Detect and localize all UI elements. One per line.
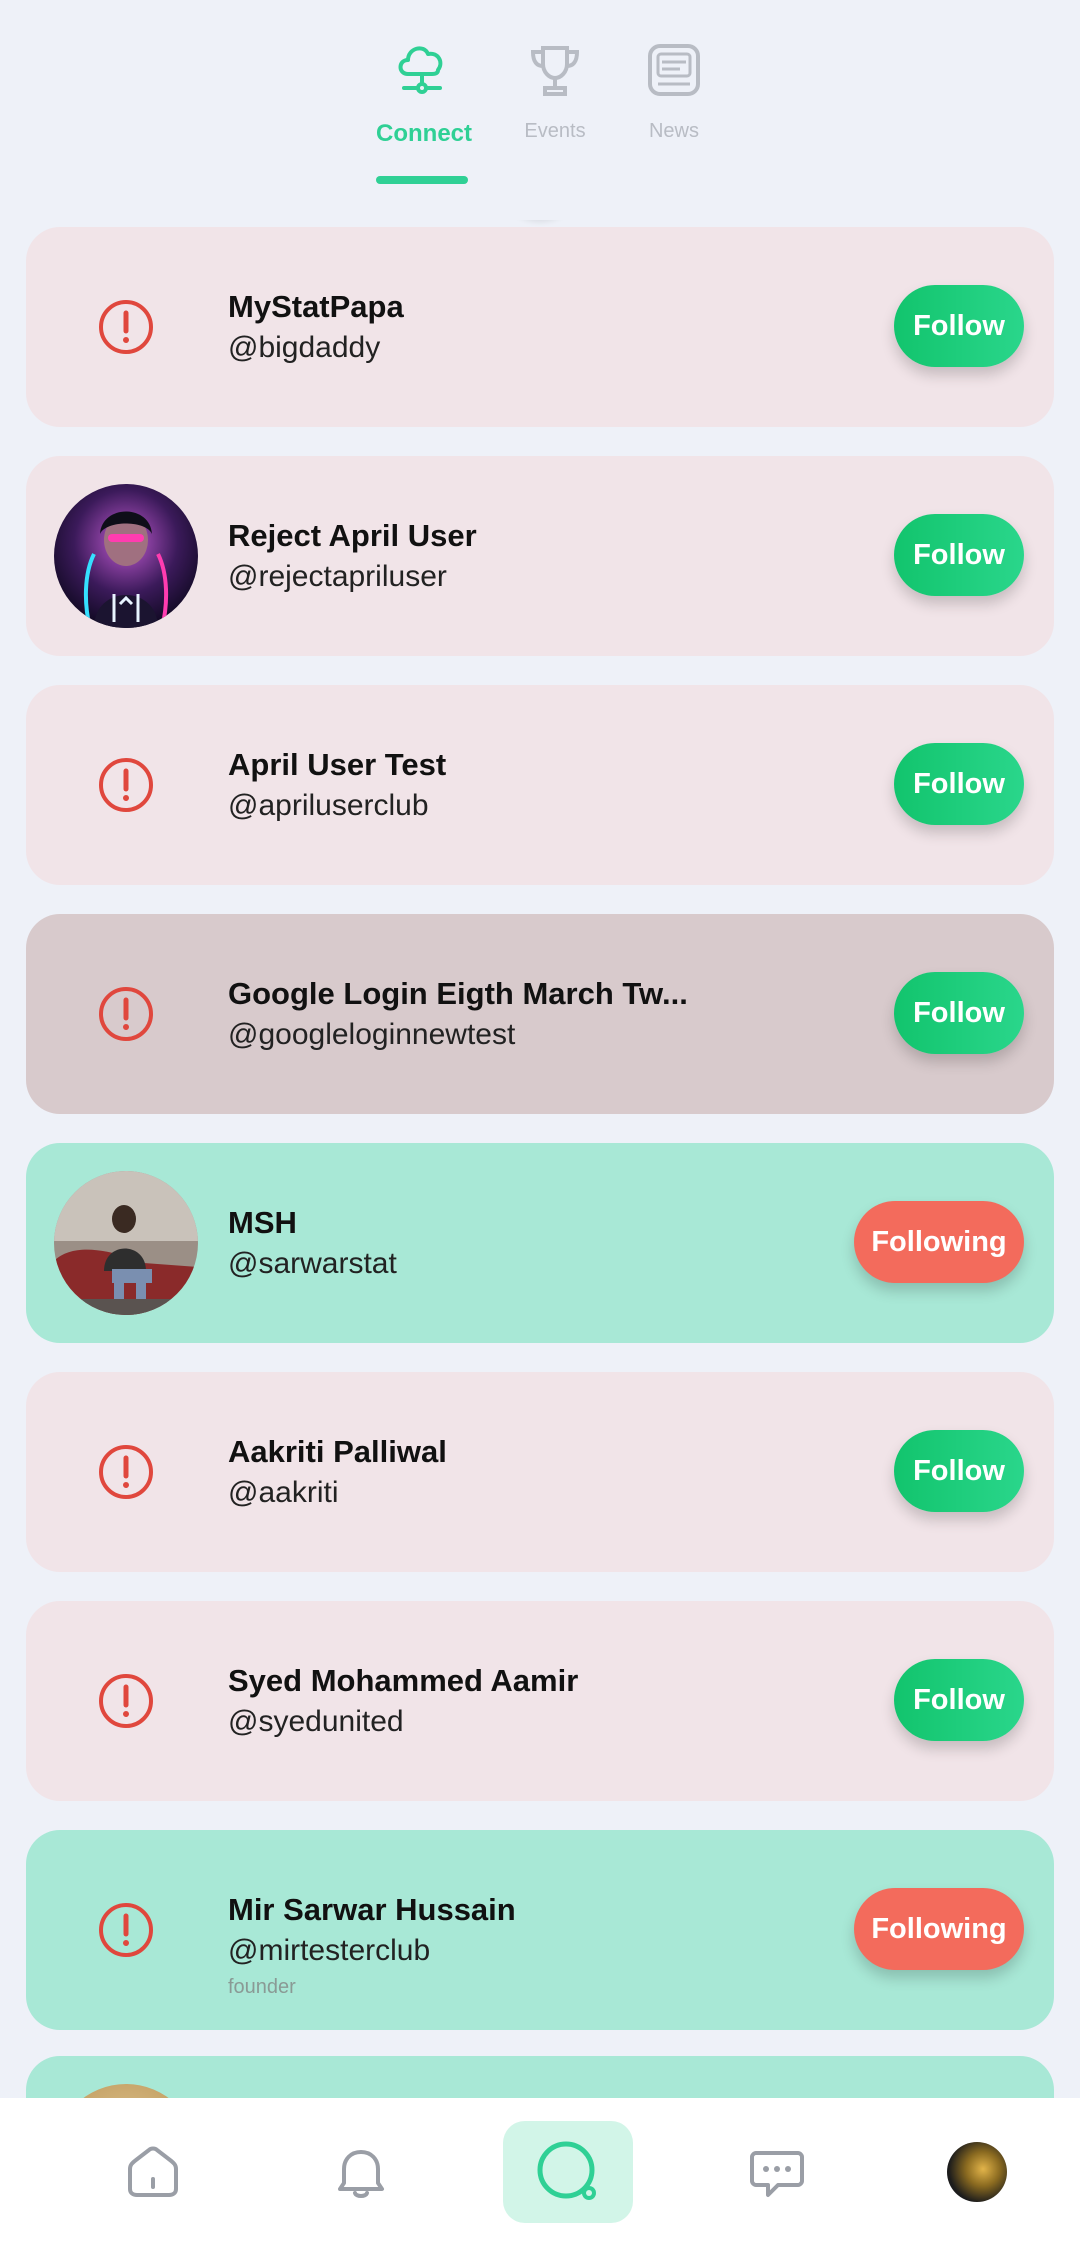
nav-notifications[interactable] — [296, 2098, 426, 2246]
user-name: Reject April User — [228, 518, 477, 553]
user-handle: @sarwarstat — [228, 1247, 397, 1280]
tab-events-label: Events — [524, 120, 586, 142]
chat-icon — [750, 2151, 804, 2197]
nav-messages[interactable] — [712, 2098, 842, 2246]
follow-button[interactable]: Follow — [894, 1659, 1024, 1741]
follow-button[interactable]: Follow — [894, 514, 1024, 596]
tab-connect-label: Connect — [376, 120, 472, 147]
user-name: MSH — [228, 1205, 297, 1240]
following-button[interactable]: Following — [854, 1888, 1024, 1970]
list-item[interactable]: Syed Mohammed Aamir @syedunited Follow — [26, 1601, 1054, 1801]
error-icon — [54, 255, 198, 399]
home-icon — [128, 2146, 178, 2197]
nav-home[interactable] — [88, 2098, 218, 2246]
avatar[interactable] — [54, 484, 198, 628]
follow-button[interactable]: Follow — [894, 743, 1024, 825]
user-name: Google Login Eigth March Tw... — [228, 976, 688, 1011]
tab-connect[interactable]: Connect — [376, 30, 472, 148]
user-list: MyStatPapa @bigdaddy Follow Reject April… — [26, 227, 1054, 2059]
error-icon — [54, 1400, 198, 1544]
news-icon — [634, 30, 714, 110]
user-bio: founder — [228, 1976, 296, 1998]
follow-button[interactable]: Follow — [894, 285, 1024, 367]
user-handle: @googleloginnewtest — [228, 1018, 516, 1051]
avatar[interactable] — [54, 1171, 198, 1315]
nav-explore[interactable] — [503, 2098, 633, 2246]
list-item[interactable]: Reject April User @rejectapriluser Follo… — [26, 456, 1054, 656]
user-handle: @apriluserclub — [228, 789, 429, 822]
cloud-network-icon — [382, 30, 462, 110]
user-name: April User Test — [228, 747, 447, 782]
list-item[interactable]: April User Test @apriluserclub Follow — [26, 685, 1054, 885]
list-item[interactable]: Google Login Eigth March Tw... @googlelo… — [26, 914, 1054, 1114]
list-item[interactable]: Mir Sarwar Hussain @mirtesterclub founde… — [26, 1830, 1054, 2030]
tab-news-label: News — [648, 120, 699, 142]
active-tab-indicator — [376, 176, 468, 184]
user-handle: @bigdaddy — [228, 331, 381, 364]
search-circle-icon — [537, 2141, 596, 2200]
user-handle: @mirtesterclub — [228, 1934, 431, 1967]
list-item[interactable]: MSH @sarwarstat Following — [26, 1143, 1054, 1343]
list-item[interactable]: MyStatPapa @bigdaddy Follow — [26, 227, 1054, 427]
tab-news[interactable]: News — [634, 30, 714, 143]
user-name: Mir Sarwar Hussain — [228, 1892, 516, 1927]
follow-button[interactable]: Follow — [894, 972, 1024, 1054]
user-handle: @syedunited — [228, 1705, 404, 1738]
top-tab-bar: Connect Events News — [0, 0, 1080, 220]
user-handle: @aakriti — [228, 1476, 339, 1509]
explore-pill — [503, 2121, 633, 2223]
user-name: Aakriti Palliwal — [228, 1434, 447, 1469]
list-item[interactable]: Aakriti Palliwal @aakriti Follow — [26, 1372, 1054, 1572]
trophy-icon — [515, 30, 595, 110]
bell-icon — [338, 2150, 384, 2198]
user-name: MyStatPapa — [228, 289, 404, 324]
error-icon — [54, 1629, 198, 1773]
bottom-nav — [0, 2098, 1080, 2246]
error-icon — [54, 1858, 198, 2002]
user-handle: @rejectapriluser — [228, 560, 447, 593]
avatar — [947, 2142, 1007, 2202]
error-icon — [54, 942, 198, 1086]
tab-events[interactable]: Events — [515, 30, 595, 143]
following-button[interactable]: Following — [854, 1201, 1024, 1283]
user-name: Syed Mohammed Aamir — [228, 1663, 579, 1698]
nav-profile[interactable] — [912, 2098, 1042, 2246]
follow-button[interactable]: Follow — [894, 1430, 1024, 1512]
error-icon — [54, 713, 198, 857]
